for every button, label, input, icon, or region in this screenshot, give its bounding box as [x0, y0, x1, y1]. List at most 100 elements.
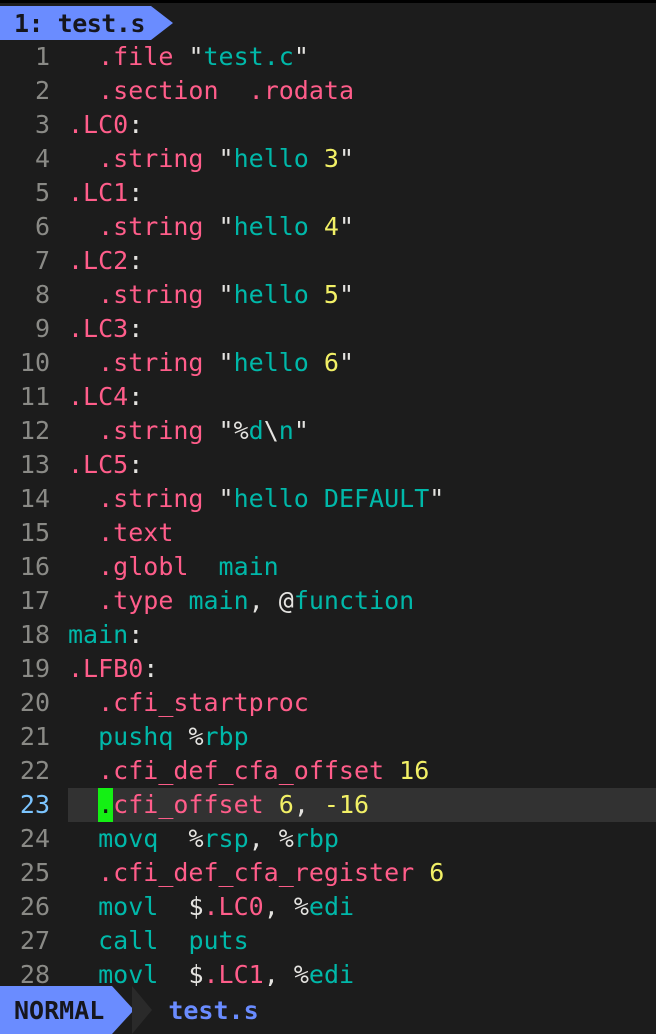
code-token: .string: [98, 280, 204, 309]
code-token: n: [278, 416, 294, 445]
code-line[interactable]: 7 .LC2:: [0, 244, 656, 278]
code-token: ": [218, 280, 234, 309]
line-number: 21: [19, 722, 50, 751]
code-token: :: [128, 178, 144, 207]
line-text: .LC4:: [68, 380, 656, 414]
line-text: .section .rodata: [68, 74, 656, 108]
code-token: .type: [98, 586, 174, 615]
code-token: hello: [233, 348, 324, 377]
text-cursor: .: [98, 788, 114, 822]
line-number: 18: [19, 620, 50, 649]
code-token: .LC2: [68, 246, 129, 275]
line-text: .LC5:: [68, 448, 656, 482]
code-line[interactable]: 13 .LC5:: [0, 448, 656, 482]
code-token: call: [98, 926, 159, 955]
code-token: :: [128, 314, 144, 343]
code-line[interactable]: 28 movl $.LC1, %edi: [0, 958, 656, 986]
code-buffer[interactable]: 1 .file "test.c" 2 .section .rodata 3 .LC0:…: [0, 40, 656, 986]
line-number: 15: [19, 518, 50, 547]
code-token: %: [233, 416, 249, 445]
code-token: ,: [293, 790, 324, 819]
code-line[interactable]: 18 main:: [0, 618, 656, 652]
code-token: .LC1: [68, 178, 129, 207]
code-line[interactable]: 8 .string "hello 5": [0, 278, 656, 312]
code-line[interactable]: 26 movl $.LC0, %edi: [0, 890, 656, 924]
code-token: :: [128, 110, 144, 139]
line-number: 17: [19, 586, 50, 615]
code-token: .section: [98, 76, 219, 105]
code-line[interactable]: 6 .string "hello 4": [0, 210, 656, 244]
line-text: .LFB0:: [68, 652, 656, 686]
line-number: 23: [0, 788, 68, 822]
code-token: ": [338, 144, 355, 173]
code-token: ": [188, 42, 204, 71]
tab-powerline-arrow-icon: [150, 6, 173, 40]
code-line-current[interactable]: 23 .cfi_offset 6, -16: [0, 788, 656, 822]
code-line[interactable]: 22 .cfi_def_cfa_offset 16: [0, 754, 656, 788]
code-token: :: [128, 450, 144, 479]
code-token: $: [188, 892, 204, 921]
code-line[interactable]: 17 .type main, @function: [0, 584, 656, 618]
code-token: rbp: [203, 722, 249, 751]
code-line[interactable]: 12 .string "%d\n": [0, 414, 656, 448]
code-line[interactable]: 20 .cfi_startproc: [0, 686, 656, 720]
line-text: .file "test.c": [68, 40, 656, 74]
code-line[interactable]: 11 .LC4:: [0, 380, 656, 414]
code-line[interactable]: 5 .LC1:: [0, 176, 656, 210]
code-line[interactable]: 25 .cfi_def_cfa_register 6: [0, 856, 656, 890]
code-line[interactable]: 2 .section .rodata: [0, 74, 656, 108]
line-text: movl $.LC0, %edi: [68, 890, 656, 924]
editor-window: 1: test.s 1 .file "test.c" 2 .section .ro…: [0, 0, 656, 1034]
code-token: main: [218, 552, 279, 581]
code-line[interactable]: 19 .LFB0:: [0, 652, 656, 686]
line-number: 19: [19, 654, 50, 683]
code-line[interactable]: 14 .string "hello DEFAULT": [0, 482, 656, 516]
line-text: .globl main: [68, 550, 656, 584]
code-line[interactable]: 3 .LC0:: [0, 108, 656, 142]
code-token: %: [293, 892, 309, 921]
code-line[interactable]: 15 .text: [0, 516, 656, 550]
line-text: call puts: [68, 924, 656, 958]
code-token: movl: [98, 960, 159, 986]
tabline-filler: [172, 6, 656, 40]
code-token: ": [338, 348, 355, 377]
code-line[interactable]: 4 .string "hello 3": [0, 142, 656, 176]
line-text: main:: [68, 618, 656, 652]
code-token: function: [293, 586, 415, 615]
line-number: 7: [34, 246, 50, 275]
code-token: 6: [323, 348, 339, 377]
code-token: d: [248, 416, 264, 445]
code-line[interactable]: 16 .globl main: [0, 550, 656, 584]
code-token: ,: [263, 892, 294, 921]
code-line[interactable]: 1 .file "test.c": [0, 40, 656, 74]
line-number: 25: [19, 858, 50, 887]
code-token: :: [128, 246, 144, 275]
status-filename-label: test.s: [168, 995, 259, 1025]
code-token: hello: [233, 144, 324, 173]
code-line[interactable]: 9 .LC3:: [0, 312, 656, 346]
code-token: %: [278, 824, 294, 853]
code-token: main: [188, 586, 249, 615]
code-token: rbp: [293, 824, 339, 853]
line-text: .type main, @function: [68, 584, 656, 618]
code-line[interactable]: 21 pushq %rbp: [0, 720, 656, 754]
code-line[interactable]: 24 movq %rsp, %rbp: [0, 822, 656, 856]
code-token: 6: [429, 858, 445, 887]
tab-test-s[interactable]: 1: test.s: [0, 6, 151, 40]
code-line[interactable]: 27 call puts: [0, 924, 656, 958]
code-line[interactable]: 10 .string "hello 6": [0, 346, 656, 380]
